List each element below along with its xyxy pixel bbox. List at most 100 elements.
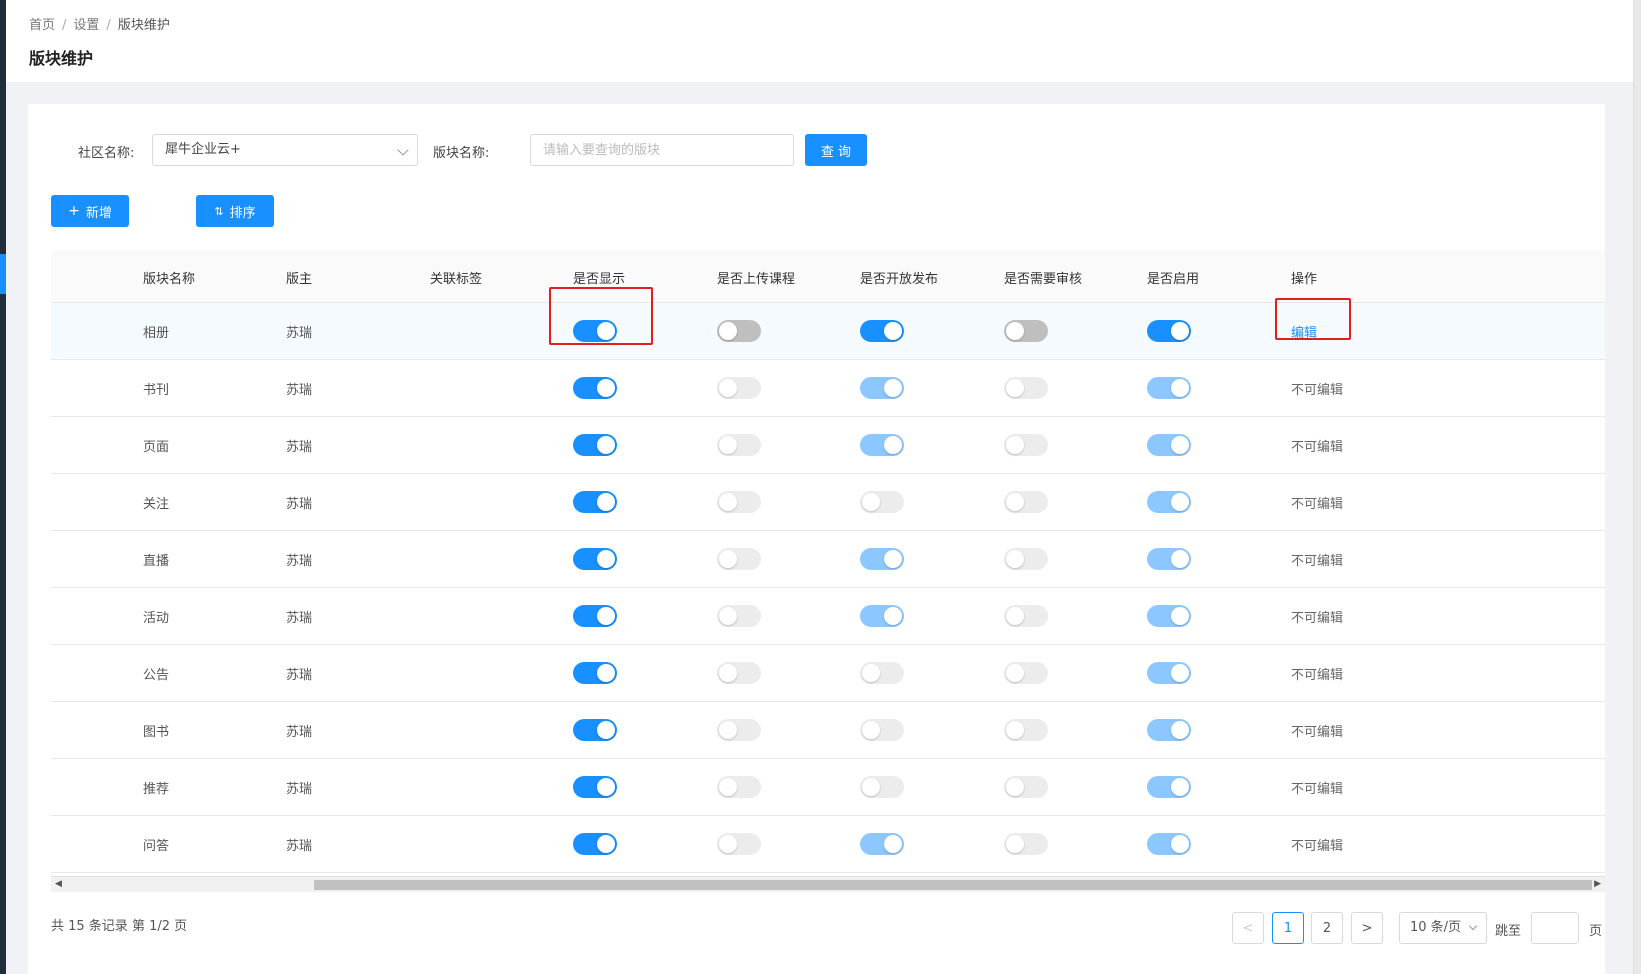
toggle-knob — [719, 379, 737, 397]
toggle-knob — [884, 550, 902, 568]
table-row: 相册 苏瑞 编辑 — [51, 303, 1605, 360]
toggle-show[interactable] — [573, 491, 617, 513]
column-header-enabled: 是否启用 — [1147, 272, 1200, 287]
toggle-show[interactable] — [573, 719, 617, 741]
cell-owner: 苏瑞 — [286, 839, 313, 854]
toggle-open-publish — [860, 662, 904, 684]
page-size-select[interactable]: 10 条/页 — [1399, 912, 1487, 944]
toggle-show[interactable] — [573, 377, 617, 399]
toggle-enabled — [1147, 776, 1191, 798]
toggle-need-review — [1004, 434, 1048, 456]
cell-owner: 苏瑞 — [286, 383, 313, 398]
cell-owner: 苏瑞 — [286, 326, 313, 341]
toggle-show[interactable] — [573, 662, 617, 684]
toggle-upload-course[interactable] — [717, 320, 761, 342]
add-button[interactable]: + 新增 — [51, 195, 129, 227]
toggle-open-publish — [860, 377, 904, 399]
cell-owner: 苏瑞 — [286, 440, 313, 455]
sort-icon: ⇅ — [214, 204, 224, 218]
table-row: 推荐 苏瑞 不可编辑 — [51, 759, 1605, 816]
toggle-knob — [719, 835, 737, 853]
toggle-open-publish[interactable] — [860, 320, 904, 342]
toggle-need-review[interactable] — [1004, 320, 1048, 342]
sort-button[interactable]: ⇅ 排序 — [196, 195, 274, 227]
toggle-knob — [1171, 379, 1189, 397]
cell-owner: 苏瑞 — [286, 782, 313, 797]
scroll-right-arrow-icon[interactable]: ▶ — [1594, 879, 1601, 889]
column-header-open-publish: 是否开放发布 — [860, 272, 939, 287]
toggle-knob — [1171, 835, 1189, 853]
chevron-down-icon — [397, 144, 409, 156]
toggle-enabled[interactable] — [1147, 320, 1191, 342]
cell-section-name: 相册 — [143, 326, 170, 341]
toggle-show[interactable] — [573, 548, 617, 570]
toggle-upload-course — [717, 377, 761, 399]
toggle-show[interactable] — [573, 833, 617, 855]
toggle-knob — [884, 322, 902, 340]
toggle-knob — [719, 778, 737, 796]
next-page-button[interactable]: > — [1351, 912, 1383, 944]
page-button-2[interactable]: 2 — [1311, 912, 1343, 944]
toggle-show[interactable] — [573, 776, 617, 798]
toggle-knob — [1006, 721, 1024, 739]
toggle-knob — [1171, 607, 1189, 625]
column-header-upload-course: 是否上传课程 — [717, 272, 796, 287]
cell-section-name: 活动 — [143, 611, 170, 626]
not-editable-label: 不可编辑 — [1291, 611, 1344, 626]
toggle-knob — [719, 721, 737, 739]
page-number: 2 — [1322, 920, 1332, 936]
cell-owner: 苏瑞 — [286, 725, 313, 740]
toggle-upload-course — [717, 548, 761, 570]
not-editable-label: 不可编辑 — [1291, 497, 1344, 512]
add-button-label: 新增 — [85, 205, 112, 221]
breadcrumb-home[interactable]: 首页 — [29, 18, 55, 33]
toggle-enabled — [1147, 662, 1191, 684]
toggle-knob — [862, 721, 880, 739]
breadcrumb-separator: / — [106, 18, 111, 33]
chevron-down-icon — [1468, 921, 1478, 931]
chevron-left-icon: < — [1242, 920, 1254, 936]
toggle-upload-course — [717, 662, 761, 684]
community-select[interactable]: 犀牛企业云+ — [152, 134, 418, 166]
cell-section-name: 推荐 — [143, 782, 170, 797]
jump-page-input[interactable] — [1531, 912, 1579, 944]
page-button-1[interactable]: 1 — [1272, 912, 1304, 944]
toggle-knob — [862, 493, 880, 511]
toggle-enabled — [1147, 605, 1191, 627]
query-button[interactable]: 查 询 — [805, 134, 867, 166]
toggle-knob — [719, 493, 737, 511]
toggle-knob — [862, 778, 880, 796]
section-name-input[interactable] — [530, 134, 794, 166]
toggle-knob — [1171, 664, 1189, 682]
vertical-scrollbar[interactable] — [1633, 0, 1641, 974]
cell-section-name: 书刊 — [143, 383, 170, 398]
toggle-show[interactable] — [573, 434, 617, 456]
toggle-knob — [597, 379, 615, 397]
breadcrumb-settings[interactable]: 设置 — [73, 18, 99, 33]
toggle-enabled — [1147, 434, 1191, 456]
table-row: 直播 苏瑞 不可编辑 — [51, 531, 1605, 588]
scroll-left-arrow-icon[interactable]: ◀ — [55, 879, 62, 889]
column-header-actions: 操作 — [1291, 272, 1318, 287]
toggle-knob — [1006, 607, 1024, 625]
horizontal-scrollbar[interactable]: ◀ ▶ — [51, 876, 1605, 892]
toggle-enabled — [1147, 491, 1191, 513]
plus-icon: + — [68, 203, 80, 219]
column-header-name: 版块名称 — [143, 272, 196, 287]
horizontal-scroll-thumb[interactable] — [314, 880, 1592, 890]
not-editable-label: 不可编辑 — [1291, 782, 1344, 797]
toggle-open-publish — [860, 605, 904, 627]
breadcrumb-current: 版块维护 — [117, 18, 170, 33]
table-row: 图书 苏瑞 不可编辑 — [51, 702, 1605, 759]
toggle-need-review — [1004, 662, 1048, 684]
toggle-knob — [1171, 778, 1189, 796]
toggle-enabled — [1147, 833, 1191, 855]
prev-page-button[interactable]: < — [1232, 912, 1264, 944]
toggle-knob — [884, 379, 902, 397]
page-size-value: 10 条/页 — [1410, 920, 1462, 935]
toggle-show[interactable] — [573, 605, 617, 627]
toggle-knob — [597, 550, 615, 568]
toggle-upload-course — [717, 719, 761, 741]
breadcrumb-separator: / — [62, 18, 67, 33]
cell-section-name: 关注 — [143, 497, 170, 512]
